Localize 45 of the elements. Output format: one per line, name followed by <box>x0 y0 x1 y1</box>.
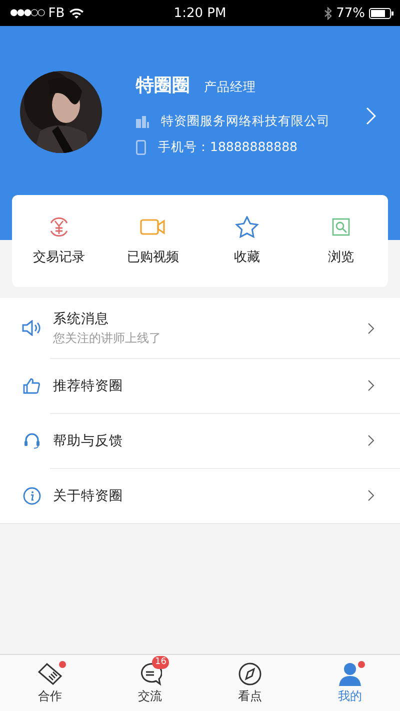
signal-indicator: ●●●○○ <box>10 8 44 18</box>
tab-item[interactable]: 看点 <box>200 655 300 711</box>
headset-icon <box>24 432 40 449</box>
compass-icon <box>238 662 262 686</box>
menu-item[interactable]: 系统消息 您关注的讲师上线了 <box>0 298 400 358</box>
tab-item[interactable]: 合作 <box>0 655 100 711</box>
menu-item-title: 推荐特资圈 <box>53 376 124 394</box>
thumbs-up-icon <box>23 378 40 394</box>
star-icon <box>235 216 259 238</box>
bluetooth-icon <box>324 6 332 20</box>
chevron-right-icon[interactable] <box>366 107 376 125</box>
battery-percent: 77% <box>336 6 365 20</box>
menu-item-subtitle: 您关注的讲师上线了 <box>53 330 162 346</box>
wifi-icon <box>68 8 84 18</box>
menu-item-title: 帮助与反馈 <box>53 432 124 450</box>
carrier-name: FB <box>48 6 65 20</box>
phone-icon <box>136 140 146 155</box>
menu-item[interactable]: 帮助与反馈 <box>0 413 400 468</box>
speaker-icon <box>22 320 42 336</box>
user-name: 特圈圈 <box>136 74 190 97</box>
menu-item-title: 系统消息 <box>53 310 110 328</box>
chevron-right-icon <box>368 435 374 446</box>
chevron-right-icon <box>368 380 374 391</box>
company-name: 特资圈服务网络科技有限公司 <box>161 113 330 130</box>
info-icon <box>22 486 40 504</box>
status-time: 1:20 PM <box>174 6 226 20</box>
tab-item[interactable]: 我的 <box>300 655 400 711</box>
menu-item-title: 关于特资圈 <box>53 486 124 504</box>
job-title: 产品经理 <box>204 79 256 96</box>
battery-icon <box>369 8 394 18</box>
shortcut-item[interactable]: 交易记录 <box>12 216 106 266</box>
phone-number: 手机号：18888888888 <box>158 139 298 156</box>
menu-item[interactable]: 关于特资圈 <box>0 468 400 523</box>
person-icon <box>338 662 362 686</box>
unread-count: 16 <box>152 656 170 668</box>
chevron-right-icon <box>368 322 374 334</box>
shortcut-item[interactable]: 已购视频 <box>106 216 200 266</box>
shortcut-item[interactable]: 收藏 <box>200 216 294 266</box>
menu-item[interactable]: 推荐特资圈 <box>0 358 400 413</box>
video-camera-icon <box>140 216 166 238</box>
chevron-right-icon <box>368 490 374 501</box>
shortcut-item[interactable]: 浏览 <box>294 216 388 266</box>
magnifier-frame-icon <box>332 216 350 238</box>
tab-item[interactable]: 16 交流 <box>100 655 200 711</box>
building-icon <box>136 116 149 128</box>
